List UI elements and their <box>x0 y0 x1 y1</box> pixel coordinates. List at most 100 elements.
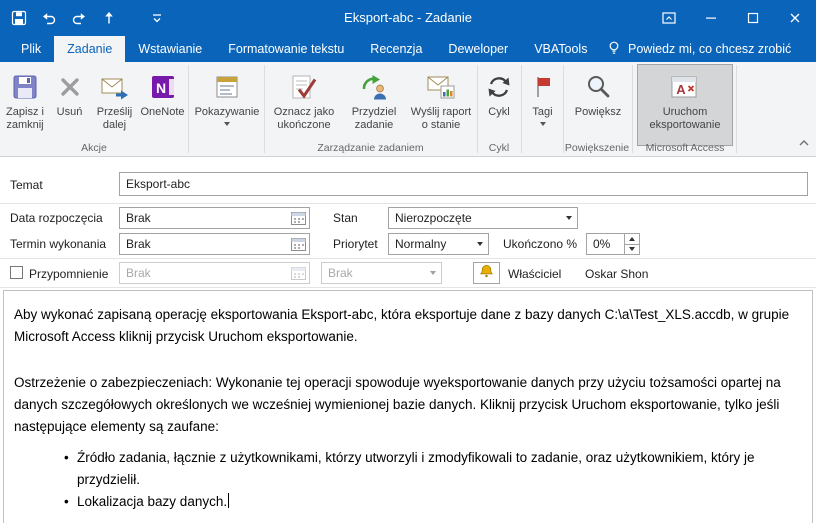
outlook-task-window: Eksport-abc - Zadanie Plik Zadanie Wstaw… <box>0 0 816 523</box>
button-label: Przydziel <box>351 106 397 118</box>
due-date-label: Termin wykonania <box>10 237 107 251</box>
up-arrow-icon[interactable] <box>94 0 124 36</box>
notes-bullet-item: Lokalizacja bazy danych. <box>62 491 802 513</box>
recurrence-icon <box>485 70 513 104</box>
spin-up-icon[interactable] <box>625 234 639 245</box>
ribbon-group-divider <box>521 65 522 153</box>
tab-zadanie[interactable]: Zadanie <box>54 36 126 62</box>
button-label: o stanie <box>421 119 461 131</box>
percent-complete-spinner[interactable]: 0% <box>586 233 640 255</box>
svg-text:N: N <box>155 80 165 96</box>
magnifier-icon <box>584 70 612 104</box>
divider <box>0 258 816 259</box>
status-value: Nierozpoczęte <box>395 211 472 225</box>
priority-label: Priorytet <box>333 237 378 251</box>
status-report-icon <box>426 70 456 104</box>
chevron-down-icon <box>224 122 230 126</box>
button-label: OneNote <box>140 106 185 118</box>
task-notes-editor[interactable]: Aby wykonać zapisaną operację eksportowa… <box>3 290 813 523</box>
percent-complete-value: 0% <box>593 237 611 251</box>
delete-button[interactable]: Usuń <box>49 64 90 146</box>
ribbon-display-options-icon[interactable] <box>648 0 690 36</box>
tell-me-box[interactable]: Powiedz mi, co chcesz zrobić <box>606 36 791 62</box>
button-label: Prześlij <box>96 106 133 118</box>
forward-button[interactable]: Prześlij dalej <box>91 64 138 146</box>
tab-wstawianie[interactable]: Wstawianie <box>125 36 215 62</box>
chevron-down-icon[interactable] <box>560 208 577 228</box>
start-date-value: Brak <box>126 211 151 225</box>
button-label: zadanie <box>354 119 394 131</box>
zoom-button[interactable]: Powiększ <box>567 64 629 146</box>
reminder-time-dropdown[interactable]: Brak <box>321 262 442 284</box>
show-button[interactable]: Pokazywanie <box>192 64 262 146</box>
ribbon-group-divider <box>264 65 265 153</box>
ribbon-group-divider <box>188 65 189 153</box>
mark-complete-button[interactable]: Oznacz jako ukończone <box>268 64 340 146</box>
reminder-date-field[interactable]: Brak <box>119 262 310 284</box>
collapse-ribbon-icon[interactable] <box>798 134 810 152</box>
access-export-icon: A <box>670 70 700 104</box>
tab-formatowanie-tekstu[interactable]: Formatowanie tekstu <box>215 36 357 62</box>
subject-value: Eksport-abc <box>126 177 191 191</box>
notes-bullet-item: Źródło zadania, łącznie z użytkownikami,… <box>62 447 802 491</box>
ribbon-group-divider <box>477 65 478 153</box>
date-picker-icon[interactable] <box>288 234 309 254</box>
priority-dropdown[interactable]: Normalny <box>388 233 489 255</box>
checkmark-icon <box>289 70 319 104</box>
quick-access-toolbar <box>4 0 168 36</box>
button-label: Cykl <box>488 106 510 118</box>
text-cursor <box>228 493 230 508</box>
tags-button[interactable]: Tagi <box>524 64 561 146</box>
status-dropdown[interactable]: Nierozpoczęte <box>388 207 578 229</box>
lightbulb-icon <box>606 40 622 59</box>
run-export-button[interactable]: A Uruchom eksportowanie <box>637 64 733 146</box>
due-date-value: Brak <box>126 237 151 251</box>
save-close-button[interactable]: Zapisz i zamknij <box>2 64 48 146</box>
assign-task-button[interactable]: Przydziel zadanie <box>341 64 407 146</box>
reminder-label: Przypomnienie <box>29 267 109 281</box>
button-label: Oznacz jako <box>273 106 335 118</box>
group-label-powiekszenie: Powiększenie <box>564 142 630 154</box>
tell-me-label: Powiedz mi, co chcesz zrobić <box>628 42 792 56</box>
date-picker-icon[interactable] <box>288 263 309 283</box>
chevron-down-icon[interactable] <box>424 263 441 283</box>
spin-down-icon[interactable] <box>625 245 639 255</box>
owner-label: Właściciel <box>508 267 562 281</box>
tab-recenzja[interactable]: Recenzja <box>357 36 435 62</box>
start-date-label: Data rozpoczęcia <box>10 211 103 225</box>
show-form-icon <box>213 70 241 104</box>
titlebar: Eksport-abc - Zadanie <box>0 0 816 36</box>
button-label: Zapisz i <box>6 106 44 118</box>
button-label: Pokazywanie <box>194 106 260 118</box>
tab-vbatools[interactable]: VBATools <box>521 36 600 62</box>
button-label: ukończone <box>277 119 331 131</box>
priority-value: Normalny <box>395 237 447 251</box>
button-label: Usuń <box>56 106 83 118</box>
forward-envelope-icon <box>100 70 130 104</box>
tab-deweloper[interactable]: Deweloper <box>435 36 521 62</box>
date-picker-icon[interactable] <box>288 208 309 228</box>
subject-field[interactable]: Eksport-abc <box>119 172 808 196</box>
reminder-sound-button[interactable] <box>473 262 500 284</box>
recurrence-button[interactable]: Cykl <box>480 64 518 146</box>
close-icon[interactable] <box>774 0 816 36</box>
redo-icon[interactable] <box>64 0 94 36</box>
due-date-field[interactable]: Brak <box>119 233 310 255</box>
tab-plik[interactable]: Plik <box>8 36 54 62</box>
button-label: zamknij <box>6 119 44 131</box>
customize-quick-access-icon[interactable] <box>146 0 168 36</box>
minimize-icon[interactable] <box>690 0 732 36</box>
svg-text:A: A <box>676 82 686 97</box>
save-icon[interactable] <box>4 0 34 36</box>
maximize-icon[interactable] <box>732 0 774 36</box>
button-label: dalej <box>102 119 127 131</box>
notes-paragraph: Aby wykonać zapisaną operację eksportowa… <box>14 307 790 344</box>
reminder-checkbox[interactable] <box>10 266 23 279</box>
ribbon: Zapisz i zamknij Usuń Prześlij dalej N One… <box>0 62 816 157</box>
send-status-report-button[interactable]: Wyślij raport o stanie <box>407 64 475 146</box>
start-date-field[interactable]: Brak <box>119 207 310 229</box>
onenote-button[interactable]: N OneNote <box>139 64 186 146</box>
button-label: Wyślij raport <box>410 106 472 118</box>
undo-icon[interactable] <box>34 0 64 36</box>
chevron-down-icon[interactable] <box>471 234 488 254</box>
